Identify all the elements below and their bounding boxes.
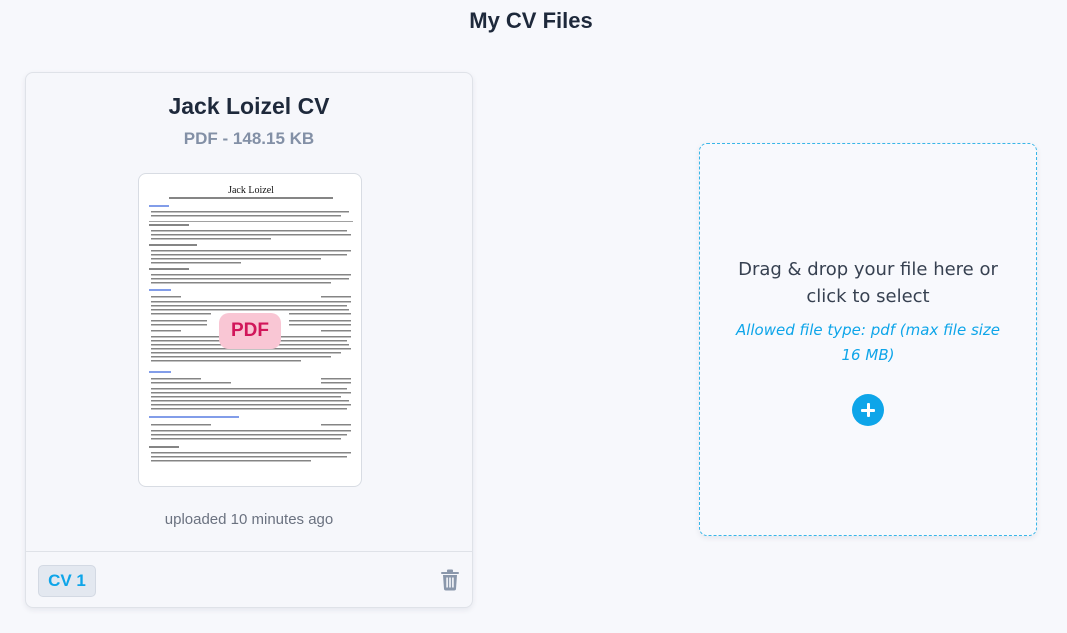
dropzone-instructions: Drag & drop your file here or click to s… (738, 259, 998, 307)
trash-icon[interactable] (440, 569, 460, 591)
upload-timestamp: uploaded 10 minutes ago (164, 511, 334, 528)
page-title: My CV Files (469, 8, 593, 33)
cv-tag-badge: CV 1 (38, 565, 96, 597)
plus-icon[interactable] (852, 394, 884, 426)
cv-file-meta: PDF - 148.15 KB (183, 129, 315, 148)
cv-preview-thumbnail[interactable]: Jack Loizel PDF (138, 173, 362, 487)
pdf-badge: PDF (219, 313, 281, 349)
thumbnail-name: Jack Loizel (228, 185, 274, 196)
card-footer: CV 1 (26, 551, 472, 608)
cv-title: Jack Loizel CV (168, 93, 330, 119)
file-dropzone[interactable]: Drag & drop your file here or click to s… (699, 143, 1037, 536)
cv-file-card: Jack Loizel CV PDF - 148.15 KB Jack Loiz… (25, 72, 473, 608)
allowed-file-type-note: Allowed file type: pdf (max file size 16… (735, 321, 1001, 364)
